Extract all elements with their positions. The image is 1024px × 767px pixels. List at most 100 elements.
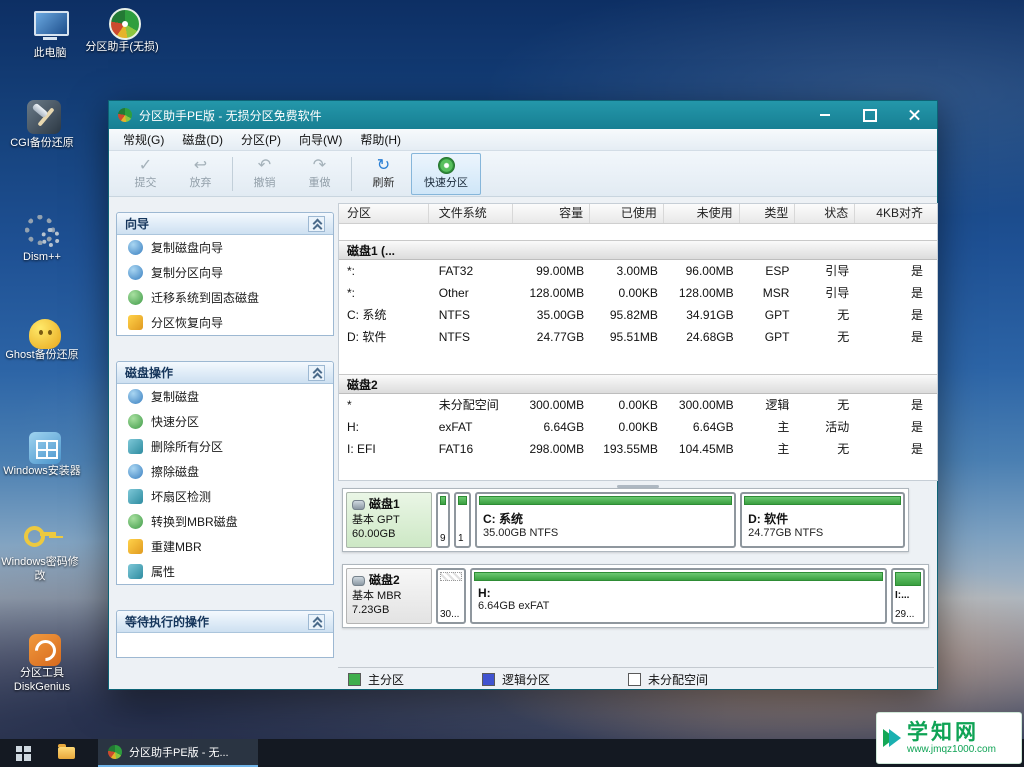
table-row[interactable]: H: exFAT 6.64GB 0.00KB 6.64GB 主 活动 是 <box>339 416 937 438</box>
taskbar-app-partition-assistant[interactable]: 分区助手PE版 - 无... <box>98 739 258 767</box>
disk1-label-box[interactable]: 磁盘1 基本 GPT 60.00GB <box>346 492 432 548</box>
disk-operations-title: 磁盘操作 <box>125 364 173 381</box>
menu-wizard[interactable]: 向导(W) <box>290 129 351 150</box>
redo-label: 重做 <box>309 174 331 190</box>
cell-unused: 128.00MB <box>664 282 740 304</box>
taskbar: 分区助手PE版 - 无... <box>0 739 1024 767</box>
desktop-icon-diskgenius[interactable]: 分区工具 DiskGenius <box>2 632 82 695</box>
quick-partition-button[interactable]: 快速分区 <box>411 153 481 195</box>
desktop-icon-partition-assistant[interactable]: 分区助手(无损) <box>82 6 162 55</box>
start-button[interactable] <box>0 739 46 767</box>
col-4k-aligned[interactable]: 4KB对齐 <box>855 204 937 223</box>
cell-capacity: 128.00MB <box>513 282 590 304</box>
app-icon <box>118 108 132 122</box>
sidebar-item-quick-partition[interactable]: 快速分区 <box>117 409 333 434</box>
desktop-icon-windows-password[interactable]: Windows密码修改 <box>0 517 80 584</box>
sidebar-item-partition-recovery[interactable]: 分区恢复向导 <box>117 310 333 335</box>
col-partition[interactable]: 分区 <box>339 204 429 223</box>
menu-partition[interactable]: 分区(P) <box>232 129 290 150</box>
table-row[interactable]: *: Other 128.00MB 0.00KB 128.00MB MSR 引导… <box>339 282 937 304</box>
sidebar-item-label: 转换到MBR磁盘 <box>151 513 238 530</box>
sidebar-item-label: 擦除磁盘 <box>151 463 199 480</box>
discard-icon: ↩ <box>194 157 207 174</box>
desktop-icon-label: Windows密码修改 <box>0 556 80 584</box>
desktop-icon-label: 分区助手(无损) <box>85 41 158 55</box>
sidebar-item-copy-disk-wizard[interactable]: 复制磁盘向导 <box>117 235 333 260</box>
sidebar-item-properties[interactable]: 属性 <box>117 559 333 584</box>
legend-unallocated: 未分配空间 <box>628 671 708 688</box>
disk2-label-box[interactable]: 磁盘2 基本 MBR 7.23GB <box>346 568 432 624</box>
table-row[interactable]: I: EFI FAT16 298.00MB 193.55MB 104.45MB … <box>339 438 937 460</box>
col-used[interactable]: 已使用 <box>590 204 664 223</box>
partition-block-h[interactable]: H: 6.64GB exFAT <box>470 568 887 624</box>
sidebar: 向导 复制磁盘向导 复制分区向导 迁移系统到固态磁盘 分区恢复向导 <box>116 212 334 679</box>
copy-disk-wizard-icon <box>128 240 143 255</box>
cell-type: 主 <box>740 438 796 460</box>
undo-icon: ↶ <box>258 157 271 174</box>
col-type[interactable]: 类型 <box>740 204 796 223</box>
cell-type: ESP <box>740 260 796 282</box>
col-capacity[interactable]: 容量 <box>513 204 590 223</box>
sidebar-item-convert-to-mbr[interactable]: 转换到MBR磁盘 <box>117 509 333 534</box>
desktop-icon-windows-installer[interactable]: Windows安装器 <box>2 430 82 479</box>
redo-button[interactable]: ↷ 重做 <box>292 153 347 195</box>
menu-general[interactable]: 常规(G) <box>114 129 173 150</box>
sidebar-item-label: 重建MBR <box>151 538 202 555</box>
table-row[interactable]: * 未分配空间 300.00MB 0.00KB 300.00MB 逻辑 无 是 <box>339 394 937 416</box>
sidebar-item-migrate-os[interactable]: 迁移系统到固态磁盘 <box>117 285 333 310</box>
commit-label: 提交 <box>135 174 157 190</box>
partition-block-d[interactable]: D: 软件 24.77GB NTFS <box>740 492 905 548</box>
desktop-icon-cgi-backup[interactable]: CGI备份还原 <box>2 100 82 151</box>
col-unused[interactable]: 未使用 <box>664 204 740 223</box>
partition-block-msr[interactable]: 1 <box>454 492 471 548</box>
partition-usage-bar <box>440 572 462 581</box>
collapse-icon[interactable] <box>308 614 325 630</box>
table-row[interactable]: D: 软件 NTFS 24.77GB 95.51MB 24.68GB GPT 无… <box>339 326 937 348</box>
file-explorer-button[interactable] <box>46 739 86 767</box>
sidebar-item-delete-all-partitions[interactable]: 删除所有分区 <box>117 434 333 459</box>
sidebar-item-copy-partition-wizard[interactable]: 复制分区向导 <box>117 260 333 285</box>
collapse-icon[interactable] <box>308 216 325 232</box>
col-status[interactable]: 状态 <box>795 204 855 223</box>
cell-unused: 6.64GB <box>664 416 740 438</box>
sidebar-item-wipe-disk[interactable]: 擦除磁盘 <box>117 459 333 484</box>
desktop-icon-ghost-backup[interactable]: Ghost备份还原 <box>2 316 82 363</box>
sidebar-item-bad-sector-check[interactable]: 坏扇区检测 <box>117 484 333 509</box>
discard-button[interactable]: ↩ 放弃 <box>173 153 228 195</box>
menu-help[interactable]: 帮助(H) <box>351 129 410 150</box>
table-row[interactable]: *: FAT32 99.00MB 3.00MB 96.00MB ESP 引导 是 <box>339 260 937 282</box>
cell-filesystem: Other <box>429 282 514 304</box>
close-button[interactable] <box>892 101 937 129</box>
cell-filesystem: 未分配空间 <box>429 394 514 416</box>
undo-button[interactable]: ↶ 撤销 <box>237 153 292 195</box>
minimize-button[interactable] <box>802 101 847 129</box>
col-filesystem[interactable]: 文件系统 <box>429 204 514 223</box>
quick-partition-icon <box>438 157 455 174</box>
disk-operations-header: 磁盘操作 <box>117 362 333 384</box>
commit-button[interactable]: ✓ 提交 <box>118 153 173 195</box>
partition-block-unallocated[interactable]: 30... <box>436 568 466 624</box>
cell-partition: D: 软件 <box>339 326 429 348</box>
disk1-size: 60.00GB <box>352 527 426 541</box>
sidebar-item-label: 迁移系统到固态磁盘 <box>151 289 259 306</box>
cell-capacity: 298.00MB <box>513 438 590 460</box>
partition-block-esp[interactable]: 9 <box>436 492 450 548</box>
refresh-button[interactable]: ↻ 刷新 <box>356 153 411 195</box>
desktop-icon-label: 分区工具 DiskGenius <box>2 667 82 695</box>
collapse-icon[interactable] <box>308 365 325 381</box>
maximize-button[interactable] <box>847 101 892 129</box>
redo-icon: ↷ <box>313 157 326 174</box>
sidebar-item-rebuild-mbr[interactable]: 重建MBR <box>117 534 333 559</box>
partition-block-i[interactable]: I:... 29... <box>891 568 925 624</box>
partition-name: I:... <box>893 588 923 601</box>
table-header: 分区 文件系统 容量 已使用 未使用 类型 状态 4KB对齐 <box>339 204 937 224</box>
partition-block-c[interactable]: C: 系统 35.00GB NTFS <box>475 492 736 548</box>
cell-used: 3.00MB <box>590 260 664 282</box>
desktop-icon-this-pc[interactable]: 此电脑 <box>10 8 90 61</box>
sidebar-item-copy-disk[interactable]: 复制磁盘 <box>117 384 333 409</box>
disk2-group-header[interactable]: 磁盘2 <box>339 374 937 394</box>
disk1-group-header[interactable]: 磁盘1 (... <box>339 240 937 260</box>
table-row[interactable]: C: 系统 NTFS 35.00GB 95.82MB 34.91GB GPT 无… <box>339 304 937 326</box>
menu-disk[interactable]: 磁盘(D) <box>173 129 232 150</box>
desktop-icon-dism[interactable]: Dism++ <box>2 212 82 265</box>
